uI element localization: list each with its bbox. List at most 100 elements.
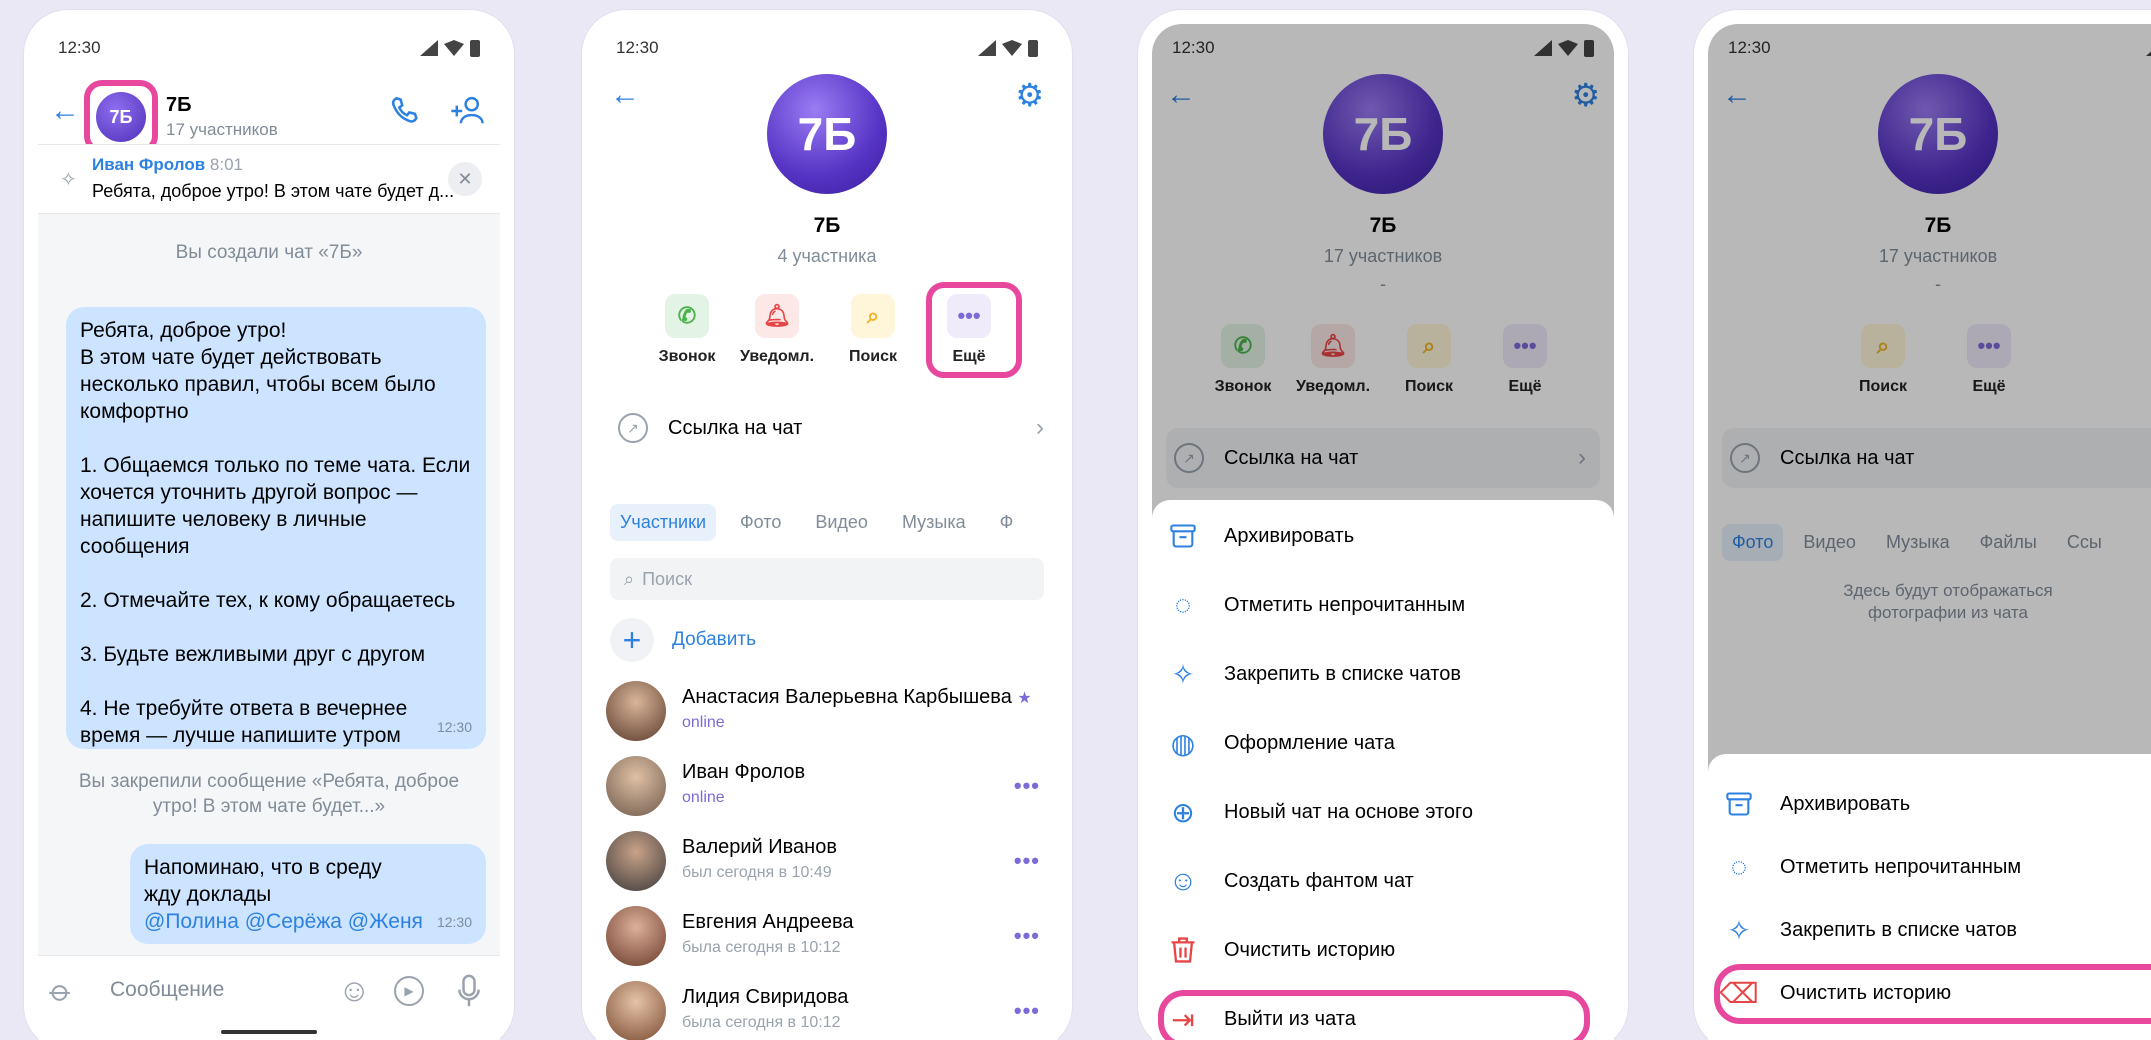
star-icon: ★ bbox=[1017, 690, 1032, 707]
more-dots-icon[interactable]: ••• bbox=[1014, 848, 1040, 874]
message-line: сообщения bbox=[80, 535, 190, 558]
menu-archive[interactable]: Архивировать bbox=[1722, 774, 2151, 834]
action-sheet: Архивировать ◌ Отметить непрочитанным ✧ За… bbox=[1152, 500, 1614, 1040]
message-line bbox=[80, 614, 472, 641]
tab-members[interactable]: Участники bbox=[610, 504, 716, 541]
message2-line1: Напоминаю, что в среду bbox=[144, 856, 382, 879]
menu-mark-unread[interactable]: ◌ Отметить непрочитанным bbox=[1166, 575, 1600, 635]
system-created: Вы создали чат «7Б» bbox=[175, 242, 363, 263]
member-status: была сегодня в 10:12 bbox=[682, 1014, 841, 1031]
pinned-author: Иван Фролов bbox=[92, 155, 206, 174]
chat-members: 17 участников bbox=[166, 120, 278, 139]
member-row[interactable]: Евгения Андреева была сегодня в 10:12 ••… bbox=[606, 901, 1048, 971]
message-list[interactable]: Вы создали чат «7Б» Ребята, доброе утро!… bbox=[38, 214, 500, 955]
menu-pin-chat[interactable]: ✧ Закрепить в списке чатов bbox=[1722, 900, 2151, 960]
microphone-icon[interactable] bbox=[458, 974, 480, 1013]
ghost-icon: ☺ bbox=[1168, 865, 1198, 896]
member-row[interactable]: Анастасия Валерьевна Карбышева ★ online bbox=[606, 676, 1048, 746]
member-status: была сегодня в 10:12 bbox=[682, 939, 841, 956]
add-member-icon[interactable] bbox=[450, 94, 488, 133]
pin-icon: ✧ bbox=[60, 169, 77, 191]
system-pinned: Вы закрепили сообщение «Ребята, доброе у… bbox=[78, 771, 460, 817]
search-icon: ⌕ bbox=[851, 294, 895, 338]
avatar bbox=[606, 681, 666, 741]
emoji-icon[interactable]: ☺ bbox=[338, 972, 371, 1009]
close-icon[interactable]: ✕ bbox=[448, 162, 482, 196]
action-call[interactable]: ✆ Звонок bbox=[642, 294, 732, 366]
chat-header: ← 7Б 7Б 17 участников bbox=[38, 72, 500, 154]
action-notifications[interactable]: 🔔︎ Уведомл. bbox=[732, 294, 822, 366]
menu-new-chat-based[interactable]: ⊕ Новый чат на основе этого bbox=[1166, 782, 1600, 842]
settings-gear-icon[interactable]: ⚙ bbox=[1015, 76, 1044, 114]
composer: ⌀ Сообщение ☺ ▶ bbox=[38, 955, 500, 1040]
tab-music[interactable]: Музыка bbox=[892, 504, 976, 541]
attach-icon[interactable]: ⌀ bbox=[42, 973, 80, 1011]
palette-icon: ◍ bbox=[1170, 727, 1196, 759]
member-name: Валерий Иванов bbox=[682, 836, 837, 858]
avatar bbox=[606, 906, 666, 966]
link-icon: ↗ bbox=[618, 413, 648, 443]
video-message-icon[interactable]: ▶ bbox=[394, 976, 424, 1006]
signal-icon bbox=[420, 40, 438, 56]
phone-clear-menu: 12:30 ← 7Б 7Б 17 участников - ⌕ Поиск •••… bbox=[1694, 10, 2151, 1040]
pin-icon: ✧ bbox=[1727, 914, 1751, 946]
status-bar: 12:30 bbox=[38, 24, 500, 72]
tab-video[interactable]: Видео bbox=[805, 504, 878, 541]
action-search[interactable]: ⌕ Поиск bbox=[828, 294, 918, 366]
message2-mentions[interactable]: @Полина @Серёжа @Женя bbox=[144, 908, 472, 935]
message-line bbox=[80, 425, 472, 452]
tab-photo[interactable]: Фото bbox=[730, 504, 791, 541]
signal-icon bbox=[978, 40, 996, 56]
message-bubble[interactable]: Ребята, доброе утро! В этом чате будет де… bbox=[66, 307, 486, 749]
wifi-icon bbox=[1002, 40, 1022, 56]
chat-plus-icon: ⊕ bbox=[1171, 796, 1195, 828]
leave-highlight bbox=[1158, 990, 1590, 1040]
member-row[interactable]: Лидия Свиридова была сегодня в 10:12 ••• bbox=[606, 976, 1048, 1040]
more-dots-icon[interactable]: ••• bbox=[1014, 773, 1040, 799]
action-notifications-label: Уведомл. bbox=[739, 348, 815, 365]
phone-chat: 12:30 ← 7Б 7Б 17 участников ✧ Иван Фроло… bbox=[24, 10, 514, 1040]
member-row[interactable]: Валерий Иванов был сегодня в 10:49 ••• bbox=[606, 826, 1048, 896]
pin-icon: ✧ bbox=[1171, 658, 1195, 690]
menu-mark-unread[interactable]: ◌ Отметить непрочитанным bbox=[1722, 837, 2151, 897]
back-arrow-icon[interactable]: ← bbox=[50, 94, 80, 128]
chat-link-row[interactable]: ↗ Ссылка на чат › bbox=[610, 398, 1044, 458]
battery-icon bbox=[1028, 39, 1038, 57]
more-dots-icon[interactable]: ••• bbox=[1014, 923, 1040, 949]
message-line: время — лучше напишите утром bbox=[80, 724, 401, 747]
member-status: online bbox=[682, 714, 725, 731]
message-line: В этом чате будет действовать bbox=[80, 346, 382, 369]
chat-title: 7Б bbox=[813, 214, 841, 237]
status-time: 12:30 bbox=[58, 38, 101, 57]
pinned-message-bar[interactable]: ✧ Иван Фролов 8:01 Ребята, доброе утро! … bbox=[38, 144, 500, 214]
plus-icon: + bbox=[610, 618, 654, 662]
menu-pin-chat[interactable]: ✧ Закрепить в списке чатов bbox=[1166, 644, 1600, 704]
avatar bbox=[606, 981, 666, 1040]
battery-icon bbox=[470, 39, 480, 57]
message-input[interactable]: Сообщение bbox=[110, 978, 224, 1002]
add-member-button[interactable]: + Добавить bbox=[610, 618, 756, 662]
tab-files[interactable]: Ф bbox=[990, 504, 1024, 541]
message-line: 1. Общаемся только по теме чата. Если bbox=[80, 454, 471, 477]
back-arrow-icon[interactable]: ← bbox=[610, 78, 640, 112]
menu-clear-history[interactable]: Очистить историю bbox=[1166, 920, 1600, 980]
phone-icon: ✆ bbox=[665, 294, 709, 338]
call-icon[interactable] bbox=[388, 94, 422, 133]
message-line: 2. Отмечайте тех, к кому обращаетесь bbox=[80, 589, 456, 612]
unread-bubble-icon: ◌ bbox=[1174, 589, 1192, 620]
chat-avatar-large[interactable]: 7Б bbox=[767, 74, 887, 194]
menu-chat-appearance[interactable]: ◍ Оформление чата bbox=[1166, 713, 1600, 773]
menu-screen: 12:30 ← ⚙ 7Б 7Б 17 участников - ✆ Звонок … bbox=[1152, 24, 1614, 1040]
menu-archive[interactable]: Архивировать bbox=[1166, 506, 1600, 566]
clear-highlight bbox=[1714, 964, 2151, 1024]
message-line bbox=[80, 560, 472, 587]
message-line: комфортно bbox=[80, 400, 189, 423]
phone-chat-info: 12:30 ← ⚙ 7Б 7Б 4 участника ✆ Звонок 🔔︎ Ув… bbox=[582, 10, 1072, 1040]
message-bubble-2[interactable]: Напоминаю, что в среду жду доклады @Поли… bbox=[130, 844, 486, 944]
member-row[interactable]: Иван Фролов online ••• bbox=[606, 751, 1048, 821]
member-name: Анастасия Валерьевна Карбышева ★ bbox=[682, 686, 1032, 708]
member-status: был сегодня в 10:49 bbox=[682, 864, 832, 881]
member-search-input[interactable]: ⌕ Поиск bbox=[610, 558, 1044, 600]
more-dots-icon[interactable]: ••• bbox=[1014, 998, 1040, 1024]
menu-create-phantom[interactable]: ☺ Создать фантом чат bbox=[1166, 851, 1600, 911]
